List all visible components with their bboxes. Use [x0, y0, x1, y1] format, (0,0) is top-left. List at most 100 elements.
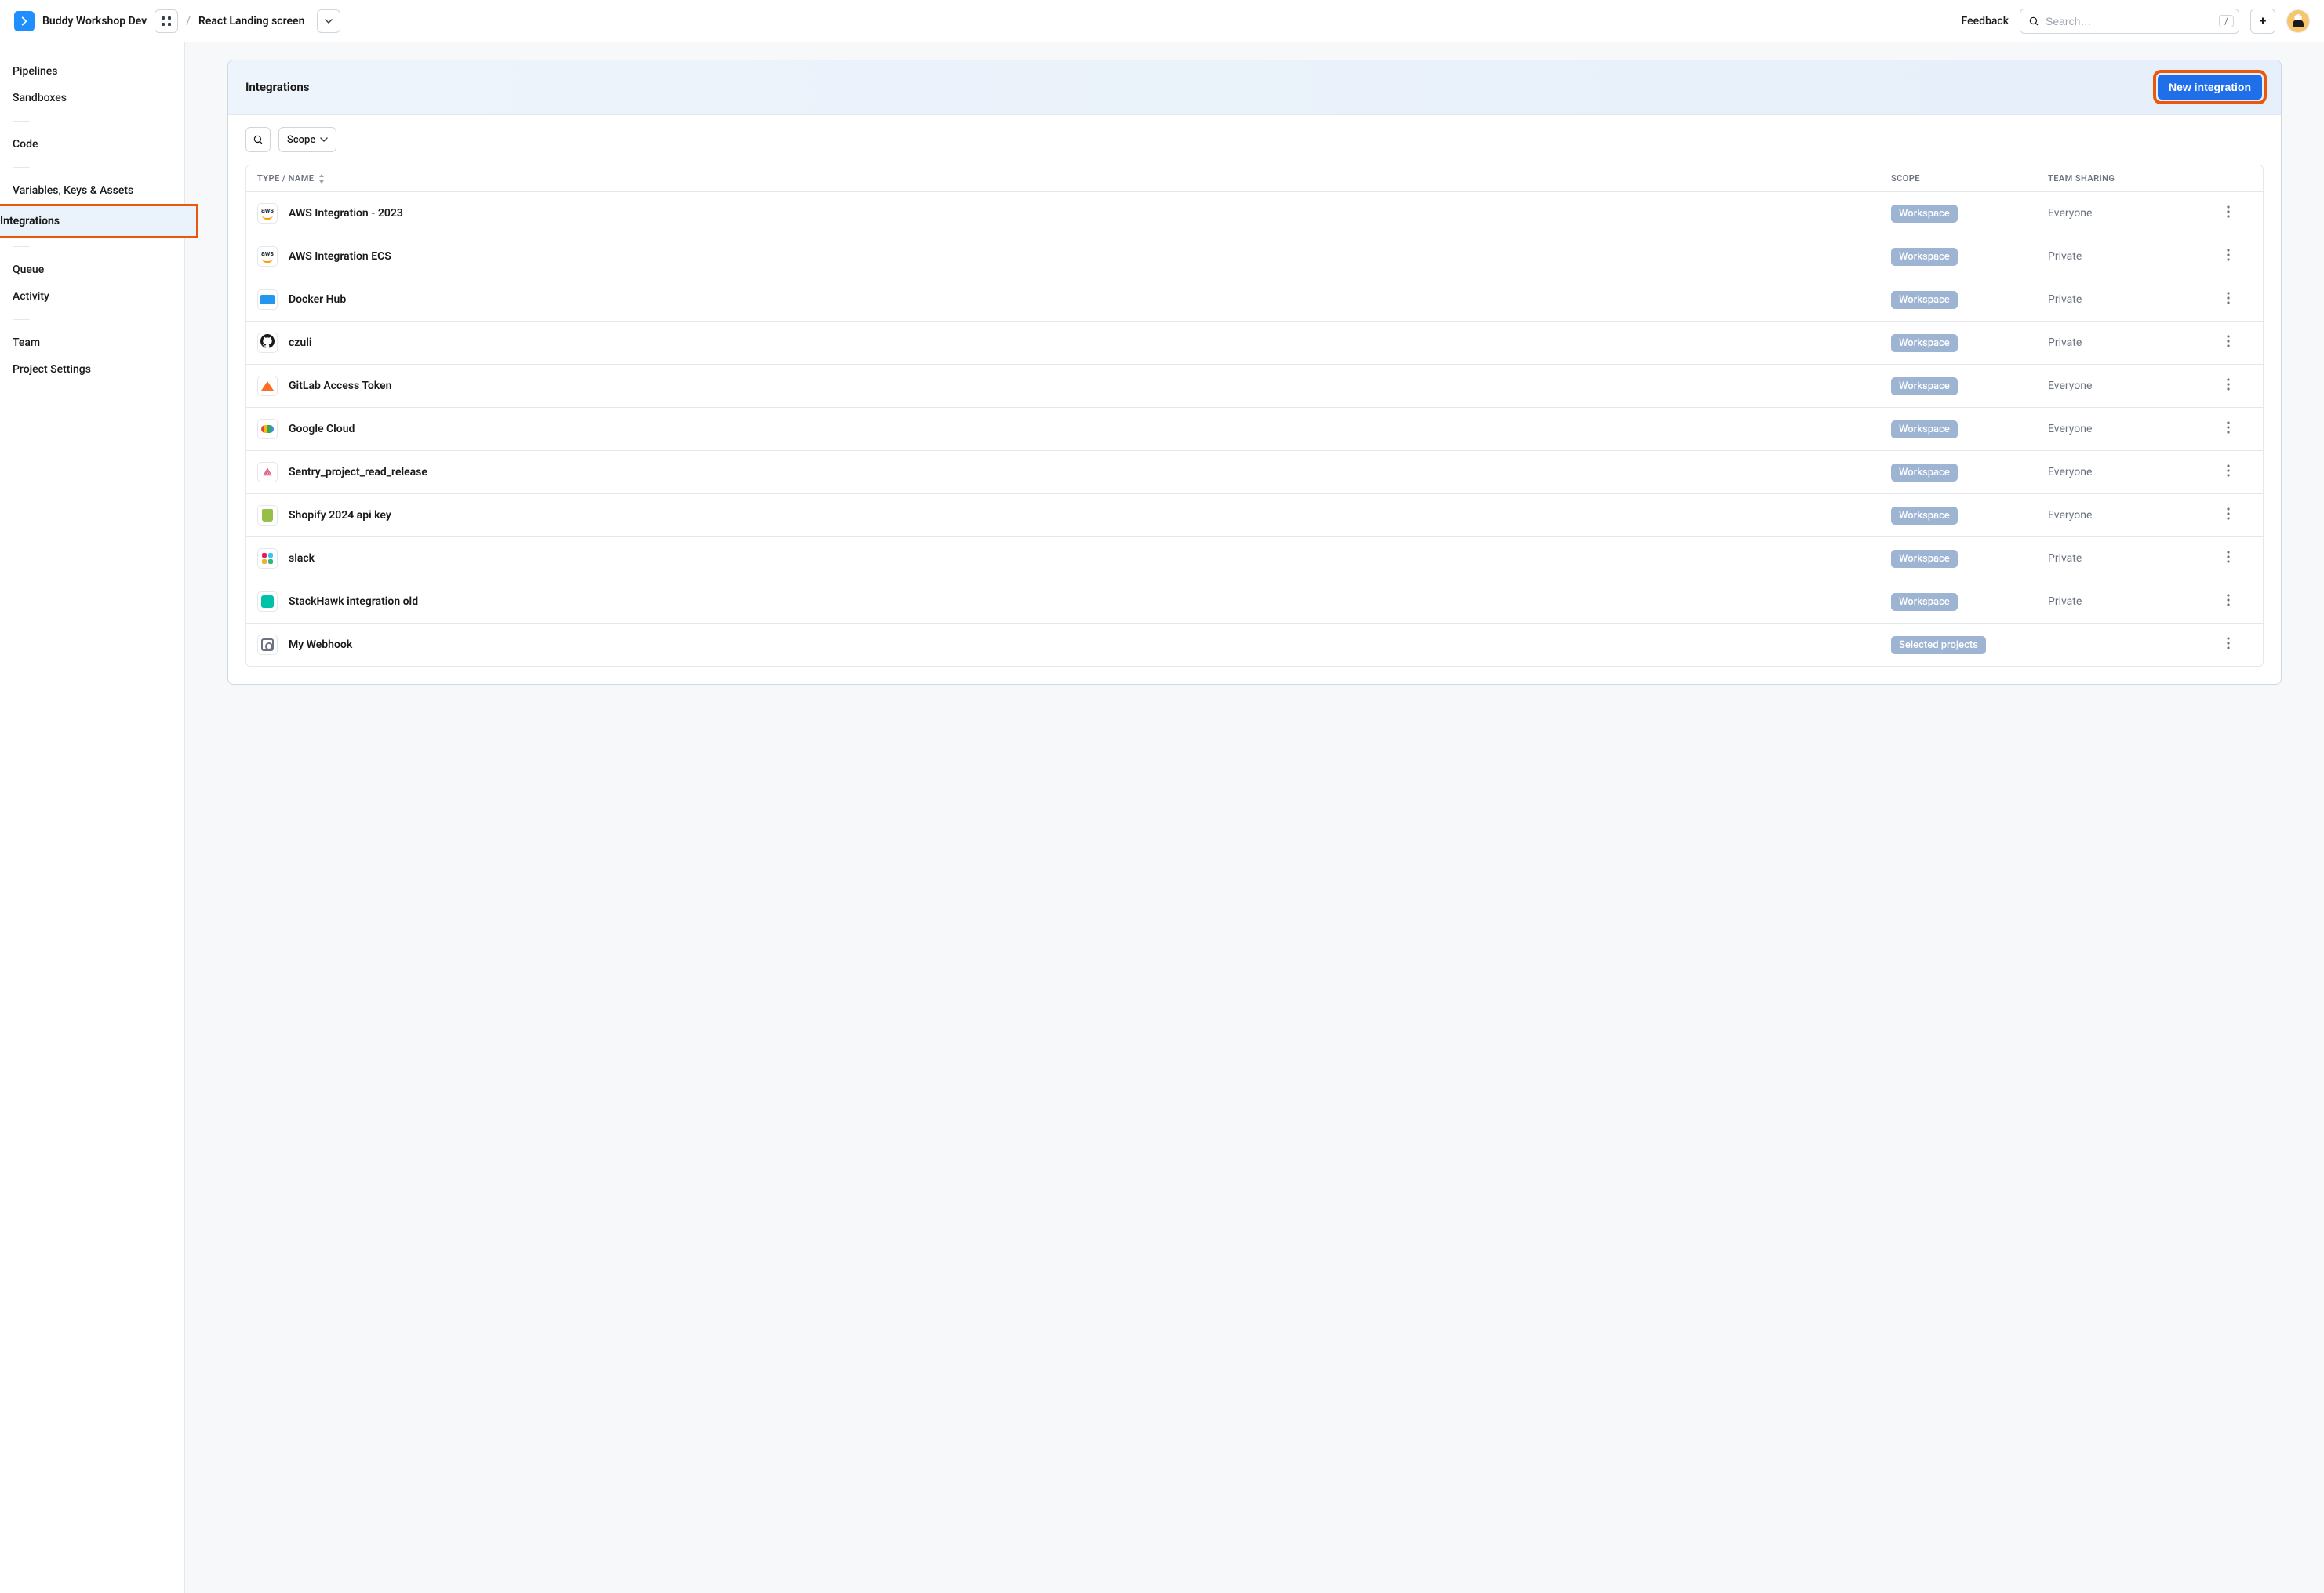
app-logo[interactable]	[14, 11, 35, 31]
search-box[interactable]: /	[2020, 9, 2239, 34]
team-sharing-value: Private	[2048, 595, 2205, 608]
integration-row[interactable]: My Webhook Selected projects	[245, 624, 2264, 667]
integrations-table: TYPE / NAME SCOPE TEAM SHARING aws AWS In…	[228, 165, 2281, 684]
stackhawk-icon	[257, 591, 278, 612]
scope-badge: Workspace	[1891, 464, 1958, 482]
search-kbd-hint: /	[2219, 15, 2234, 27]
sidebar-item-team[interactable]: Team	[13, 329, 172, 356]
project-name[interactable]: React Landing screen	[198, 15, 304, 27]
integration-row[interactable]: ⟁Sentry_project_read_releaseWorkspaceEve…	[245, 451, 2264, 494]
project-dropdown-button[interactable]	[317, 9, 340, 33]
row-actions-button[interactable]	[2205, 637, 2252, 653]
integration-row[interactable]: Shopify 2024 api key Workspace Everyone	[245, 494, 2264, 537]
feedback-link[interactable]: Feedback	[1962, 15, 2009, 27]
row-actions-button[interactable]	[2205, 205, 2252, 221]
scope-filter-button[interactable]: Scope	[278, 127, 336, 152]
integration-name: StackHawk integration old	[289, 595, 418, 608]
sidebar-divider	[13, 319, 30, 320]
integration-name: Google Cloud	[289, 423, 355, 435]
new-integration-highlight: New integration	[2156, 73, 2264, 101]
add-button[interactable]: +	[2250, 9, 2275, 34]
integration-row[interactable]: Docker HubWorkspacePrivate	[245, 278, 2264, 322]
table-header: TYPE / NAME SCOPE TEAM SHARING	[245, 165, 2264, 192]
scope-badge: Workspace	[1891, 248, 1958, 266]
integration-name: My Webhook	[289, 638, 352, 651]
scope-badge: Workspace	[1891, 334, 1958, 352]
integration-name: Docker Hub	[289, 293, 346, 306]
scope-badge: Selected projects	[1891, 636, 1986, 654]
integration-row[interactable]: czuli Workspace Private	[245, 322, 2264, 365]
sidebar: Pipelines Sandboxes Code Variables, Keys…	[0, 42, 185, 1593]
row-actions-button[interactable]	[2205, 507, 2252, 523]
new-integration-button[interactable]: New integration	[2158, 75, 2262, 100]
content-area: Integrations New integration Scope TYPE …	[185, 42, 2324, 1593]
sidebar-item-variables[interactable]: Variables, Keys & Assets	[13, 177, 172, 204]
search-input[interactable]	[2046, 15, 2231, 27]
sidebar-item-integrations[interactable]: Integrations	[0, 205, 197, 237]
row-actions-button[interactable]	[2205, 378, 2252, 394]
scope-badge: Workspace	[1891, 291, 1958, 309]
team-sharing-value: Everyone	[2048, 423, 2205, 435]
integration-row[interactable]: Google Cloud Workspace Everyone	[245, 408, 2264, 451]
gcloud-icon	[257, 419, 278, 439]
integration-name: Sentry_project_read_release	[289, 466, 427, 478]
sort-icon	[318, 174, 325, 184]
integration-row[interactable]: StackHawk integration oldWorkspacePrivat…	[245, 580, 2264, 624]
search-icon	[253, 134, 264, 145]
sidebar-item-code[interactable]: Code	[13, 131, 172, 158]
sidebar-item-pipelines[interactable]: Pipelines	[13, 58, 172, 85]
chevron-down-icon	[320, 137, 328, 142]
col-scope: SCOPE	[1891, 173, 2048, 184]
integration-row[interactable]: slack Workspace Private	[245, 537, 2264, 580]
integration-name: Shopify 2024 api key	[289, 509, 391, 522]
team-sharing-value: Private	[2048, 336, 2205, 349]
row-actions-button[interactable]	[2205, 292, 2252, 307]
row-actions-button[interactable]	[2205, 335, 2252, 351]
team-sharing-value: Everyone	[2048, 509, 2205, 522]
user-avatar[interactable]	[2286, 9, 2310, 33]
workspace-name[interactable]: Buddy Workshop Dev	[42, 15, 147, 27]
col-sharing: TEAM SHARING	[2048, 173, 2205, 184]
scope-filter-label: Scope	[287, 134, 315, 146]
integration-row[interactable]: awsAWS Integration - 2023WorkspaceEveryo…	[245, 192, 2264, 235]
aws-icon: aws	[257, 246, 278, 267]
col-type-name-label: TYPE / NAME	[257, 173, 314, 184]
col-type-name[interactable]: TYPE / NAME	[257, 173, 1891, 184]
gitlab-icon	[257, 376, 278, 396]
integration-row[interactable]: GitLab Access TokenWorkspaceEveryone	[245, 365, 2264, 408]
row-actions-button[interactable]	[2205, 421, 2252, 437]
sidebar-item-queue[interactable]: Queue	[13, 256, 172, 283]
integration-name: czuli	[289, 336, 311, 349]
integration-row[interactable]: aws AWS Integration ECS Workspace Private	[245, 235, 2264, 278]
sentry-icon: ⟁	[257, 462, 278, 482]
app-header: Buddy Workshop Dev / React Landing scree…	[0, 0, 2324, 42]
docker-icon	[257, 289, 278, 310]
shopify-icon	[257, 505, 278, 526]
scope-badge: Workspace	[1891, 377, 1958, 395]
scope-badge: Workspace	[1891, 420, 1958, 438]
aws-icon: aws	[257, 203, 278, 224]
webhook-icon	[257, 635, 278, 655]
sidebar-item-sandboxes[interactable]: Sandboxes	[13, 85, 172, 111]
projects-grid-button[interactable]	[155, 9, 178, 33]
sidebar-divider	[13, 121, 30, 122]
row-actions-button[interactable]	[2205, 249, 2252, 264]
row-actions-button[interactable]	[2205, 551, 2252, 566]
team-sharing-value: Private	[2048, 250, 2205, 263]
integration-name: AWS Integration ECS	[289, 250, 391, 263]
team-sharing-value: Private	[2048, 552, 2205, 565]
integration-name: slack	[289, 552, 315, 565]
scope-badge: Workspace	[1891, 550, 1958, 568]
scope-badge: Workspace	[1891, 507, 1958, 525]
integration-name: AWS Integration - 2023	[289, 207, 403, 220]
row-actions-button[interactable]	[2205, 594, 2252, 609]
sidebar-item-settings[interactable]: Project Settings	[13, 356, 172, 383]
team-sharing-value: Everyone	[2048, 380, 2205, 392]
slack-icon	[257, 548, 278, 569]
sidebar-item-activity[interactable]: Activity	[13, 283, 172, 310]
row-actions-button[interactable]	[2205, 464, 2252, 480]
team-sharing-value: Everyone	[2048, 207, 2205, 220]
breadcrumb-separator: /	[186, 15, 191, 27]
sidebar-divider	[13, 167, 30, 168]
filter-search-button[interactable]	[245, 127, 271, 152]
